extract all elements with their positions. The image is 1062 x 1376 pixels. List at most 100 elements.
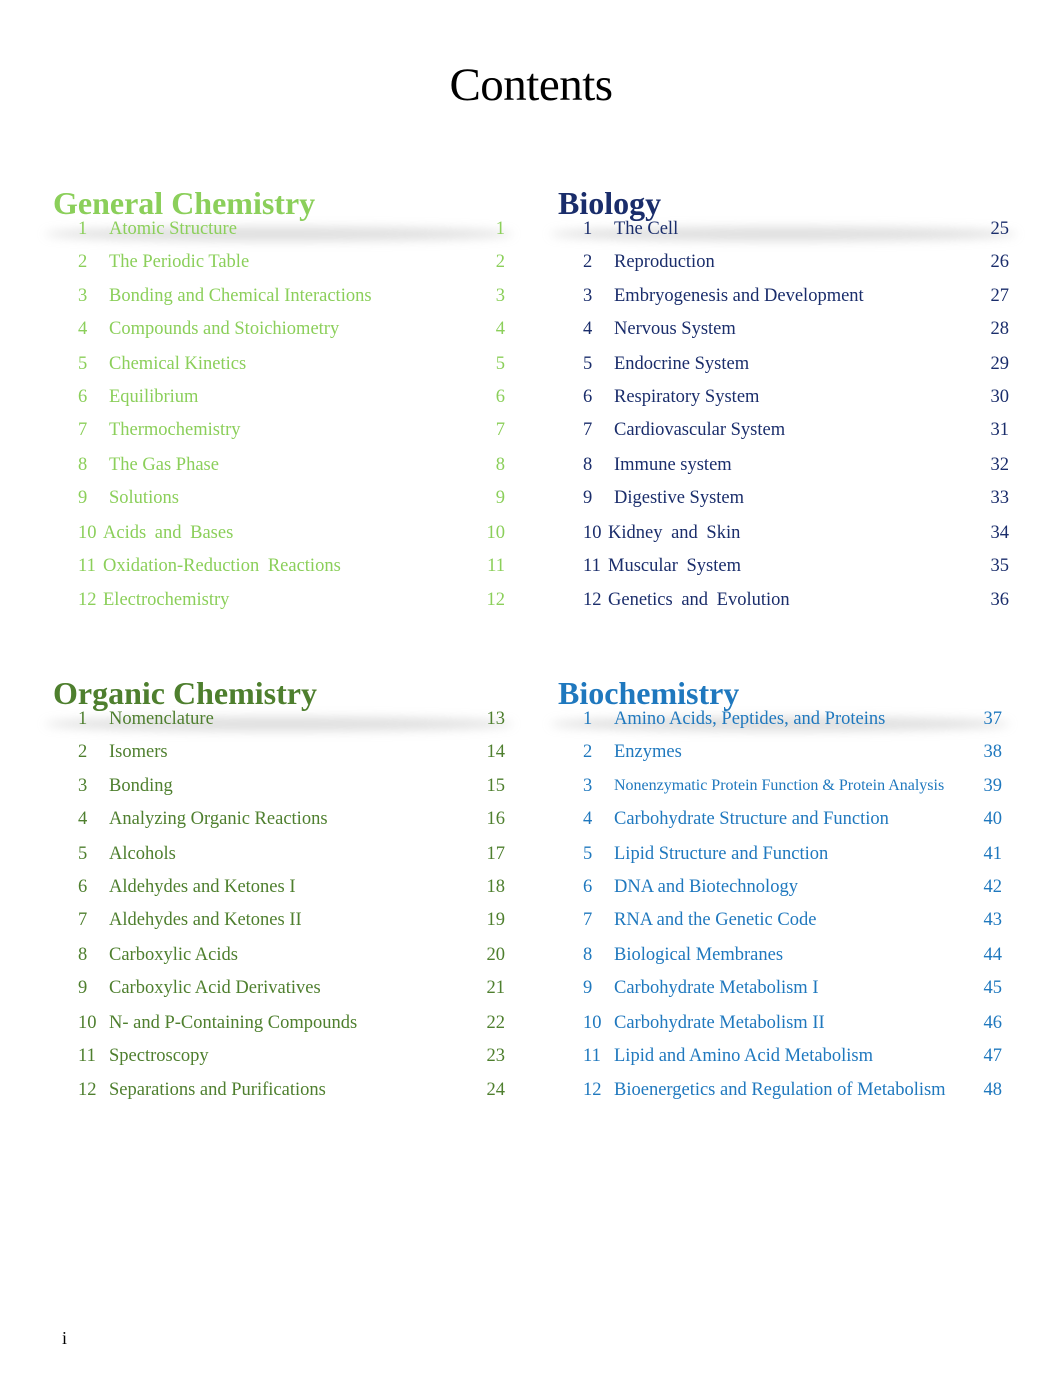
toc-entry[interactable]: 8 Immune system 32 xyxy=(558,448,1009,482)
toc-entry[interactable]: 2 Enzymes 38 xyxy=(558,735,1002,769)
toc-entry[interactable]: 2 Isomers 14 xyxy=(53,735,505,769)
page-ref: 20 xyxy=(486,945,506,965)
page-ref: 17 xyxy=(486,844,506,864)
toc-entry[interactable]: 8 Biological Membranes 44 xyxy=(558,938,1002,972)
toc-entry[interactable]: 5 Alcohols 17 xyxy=(53,837,505,871)
page-ref: 1 xyxy=(495,219,505,239)
page-ref: 34 xyxy=(990,523,1010,543)
toc-entry[interactable]: 5 Endocrine System 29 xyxy=(558,347,1009,381)
toc-entry[interactable]: 9 Carbohydrate Metabolism I 45 xyxy=(558,971,1002,1005)
chapter-number: 8 xyxy=(78,455,88,475)
chapter-title: Muscular System xyxy=(608,556,741,576)
page-ref: 48 xyxy=(983,1080,1003,1100)
chapter-number: 6 xyxy=(583,387,593,407)
page-ref: 38 xyxy=(983,742,1003,762)
page-ref: 27 xyxy=(990,286,1010,306)
chapter-number: 12 xyxy=(78,590,97,610)
toc-entry[interactable]: 2 The Periodic Table 2 xyxy=(53,245,505,279)
toc-entry[interactable]: 7 Cardiovascular System 31 xyxy=(558,413,1009,447)
chapter-title: Acids and Bases xyxy=(103,523,234,543)
page-ref: 6 xyxy=(495,387,505,407)
toc-entry[interactable]: 6 Aldehydes and Ketones I 18 xyxy=(53,870,505,904)
toc-entry[interactable]: 1 Nomenclature 13 xyxy=(53,702,505,736)
toc-entry[interactable]: 11 Oxidation-Reduction Reactions 11 xyxy=(53,549,505,583)
toc-entry[interactable]: 4 Compounds and Stoichiometry 4 xyxy=(53,312,505,346)
toc-entry[interactable]: 12 Separations and Purifications 24 xyxy=(53,1073,505,1107)
chapter-title: Compounds and Stoichiometry xyxy=(109,319,340,339)
toc-entry[interactable]: 7 Aldehydes and Ketones II 19 xyxy=(53,903,505,937)
chapter-title: Endocrine System xyxy=(614,354,750,374)
toc-entry[interactable]: 1 Amino Acids, Peptides, and Proteins 37 xyxy=(558,702,1002,736)
page-ref: 19 xyxy=(486,910,506,930)
chapter-title: Carbohydrate Structure and Function xyxy=(614,809,889,829)
toc-entry[interactable]: 7 Thermochemistry 7 xyxy=(53,413,505,447)
chapter-title: Carboxylic Acids xyxy=(109,945,238,965)
page-ref: 2 xyxy=(495,252,505,272)
chapter-number: 12 xyxy=(583,590,602,610)
toc-entry[interactable]: 12 Electrochemistry 12 xyxy=(53,583,505,617)
toc-entry[interactable]: 9 Carboxylic Acid Derivatives 21 xyxy=(53,971,505,1005)
toc-entry[interactable]: 12 Genetics and Evolution 36 xyxy=(558,583,1009,617)
toc-entry[interactable]: 10 N- and P-Containing Compounds 22 xyxy=(53,1006,505,1040)
toc-entry[interactable]: 9 Digestive System 33 xyxy=(558,481,1009,515)
page-ref: 45 xyxy=(983,978,1003,998)
toc-entry[interactable]: 3 Bonding and Chemical Interactions 3 xyxy=(53,279,505,313)
toc-entry[interactable]: 4 Analyzing Organic Reactions 16 xyxy=(53,802,505,836)
toc-entry[interactable]: 1 Atomic Structure 1 xyxy=(53,212,505,246)
chapter-number: 8 xyxy=(78,945,88,965)
chapter-number: 9 xyxy=(583,978,593,998)
toc-entry[interactable]: 8 The Gas Phase 8 xyxy=(53,448,505,482)
toc-entry[interactable]: 6 DNA and Biotechnology 42 xyxy=(558,870,1002,904)
toc-entry[interactable]: 10 Carbohydrate Metabolism II 46 xyxy=(558,1006,1002,1040)
toc-entry[interactable]: 7 RNA and the Genetic Code 43 xyxy=(558,903,1002,937)
page-ref: 32 xyxy=(990,455,1010,475)
page-ref: 18 xyxy=(486,877,506,897)
chapter-title: Atomic Structure xyxy=(109,219,237,239)
toc-entry[interactable]: 11 Muscular System 35 xyxy=(558,549,1009,583)
page-ref: 30 xyxy=(990,387,1010,407)
toc-entry[interactable]: 10 Kidney and Skin 34 xyxy=(558,516,1009,550)
toc-entry[interactable]: 4 Carbohydrate Structure and Function 40 xyxy=(558,802,1002,836)
toc-entry[interactable]: 3 Bonding 15 xyxy=(53,769,505,803)
chapter-number: 3 xyxy=(583,286,593,306)
toc-entry[interactable]: 6 Equilibrium 6 xyxy=(53,380,505,414)
chapter-number: 7 xyxy=(78,420,88,440)
toc-entry[interactable]: 3 Embryogenesis and Development 27 xyxy=(558,279,1009,313)
toc-entry[interactable]: 10 Acids and Bases 10 xyxy=(53,516,505,550)
chapter-number: 11 xyxy=(583,1046,601,1066)
section-general-chemistry: General Chemistry 1 Atomic Structure 1 2 The… xyxy=(45,183,513,610)
page-ref: 46 xyxy=(983,1013,1003,1033)
toc-entry[interactable]: 4 Nervous System 28 xyxy=(558,312,1009,346)
page-ref: 13 xyxy=(486,709,506,729)
chapter-number: 11 xyxy=(583,556,601,576)
chapter-title: The Gas Phase xyxy=(109,455,219,475)
chapter-number: 9 xyxy=(78,488,88,508)
toc-entry[interactable]: 3 Nonenzymatic Protein Function & Protein… xyxy=(558,769,1002,803)
toc-entry[interactable]: 9 Solutions 9 xyxy=(53,481,505,515)
page-ref: 7 xyxy=(495,420,505,440)
toc-entry[interactable]: 2 Reproduction 26 xyxy=(558,245,1009,279)
chapter-number: 4 xyxy=(583,319,593,339)
toc-entry[interactable]: 6 Respiratory System 30 xyxy=(558,380,1009,414)
chapter-number: 6 xyxy=(78,387,88,407)
toc-entry[interactable]: 12 Bioenergetics and Regulation of Metabo… xyxy=(558,1073,1002,1107)
chapter-number: 11 xyxy=(78,556,96,576)
chapter-title: Bonding and Chemical Interactions xyxy=(109,286,372,306)
chapter-title: Nonenzymatic Protein Function & Protein … xyxy=(614,777,945,794)
chapter-title: DNA and Biotechnology xyxy=(614,877,798,897)
toc-entry[interactable]: 8 Carboxylic Acids 20 xyxy=(53,938,505,972)
toc-entry[interactable]: 1 The Cell 25 xyxy=(558,212,1009,246)
chapter-title: Carbohydrate Metabolism II xyxy=(614,1013,825,1033)
toc-entry[interactable]: 11 Spectroscopy 23 xyxy=(53,1039,505,1073)
section-biology: Biology 1 The Cell 25 2 Reproduction 26 3 Embry… xyxy=(550,183,1017,610)
toc-entry[interactable]: 5 Chemical Kinetics 5 xyxy=(53,347,505,381)
section-organic-chemistry: Organic Chemistry 1 Nomenclature 13 2 Isomer… xyxy=(45,673,513,1100)
toc-entry[interactable]: 11 Lipid and Amino Acid Metabolism 47 xyxy=(558,1039,1002,1073)
page-ref: 41 xyxy=(983,844,1003,864)
chapter-number: 7 xyxy=(583,420,593,440)
chapter-number: 1 xyxy=(583,219,593,239)
chapter-number: 8 xyxy=(583,455,593,475)
chapter-number: 2 xyxy=(583,252,593,272)
toc-entry[interactable]: 5 Lipid Structure and Function 41 xyxy=(558,837,1002,871)
page-ref: 8 xyxy=(495,455,505,475)
